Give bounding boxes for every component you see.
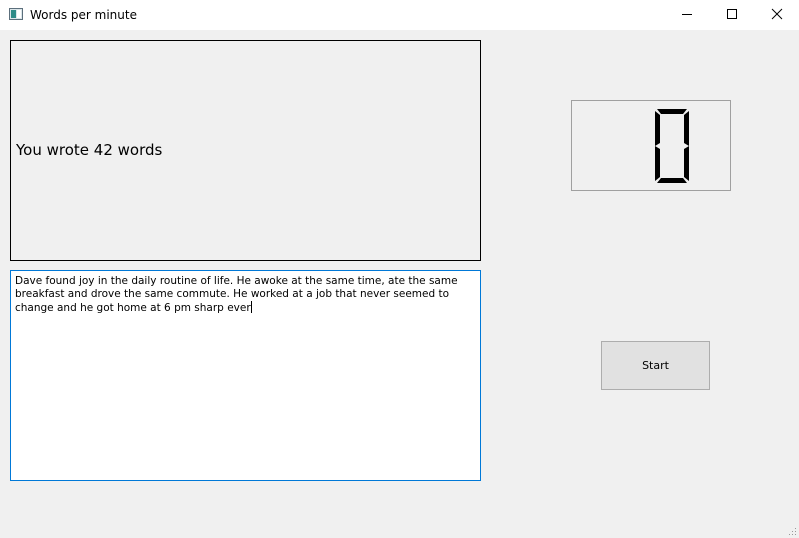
text-caret	[250, 301, 252, 313]
result-display-panel: You wrote 42 words	[10, 40, 481, 261]
maximize-button[interactable]	[709, 0, 755, 30]
typed-text: Dave found joy in the daily routine of l…	[15, 275, 458, 314]
window-title: Words per minute	[30, 8, 137, 22]
minimize-icon	[682, 14, 692, 15]
maximize-icon	[727, 9, 737, 19]
close-icon	[771, 8, 783, 20]
title-bar[interactable]: Words per minute	[0, 0, 799, 30]
start-button[interactable]: Start	[601, 341, 710, 390]
lcd-counter-display: 0	[571, 100, 731, 191]
resize-grip-icon[interactable]	[787, 526, 797, 536]
close-button[interactable]	[754, 0, 799, 30]
lcd-digit-zero	[655, 109, 689, 183]
minimize-button[interactable]	[664, 0, 710, 30]
result-text: You wrote 42 words	[16, 141, 163, 159]
typing-text-area[interactable]: Dave found joy in the daily routine of l…	[10, 270, 481, 481]
app-window-icon	[9, 8, 23, 20]
